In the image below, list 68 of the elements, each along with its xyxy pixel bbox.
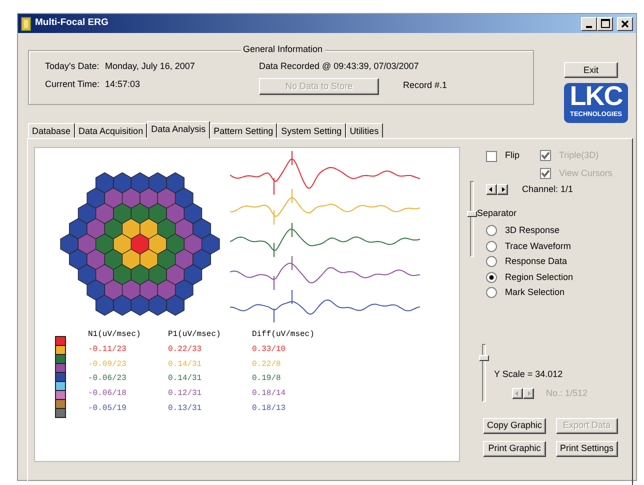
table-cell-text: 0.18/13 [252, 403, 287, 416]
table-cell-text: 0.22/33 [168, 344, 203, 356]
slider-thumb[interactable] [479, 354, 489, 361]
table-cell-text: 0.33/10 [252, 344, 287, 356]
close-button[interactable] [617, 16, 633, 30]
table-cell-text: -0.06/23 [88, 373, 128, 386]
tab[interactable]: Data Analysis [147, 121, 210, 139]
radio-label: Region Selection [505, 270, 574, 284]
y-scale-label: Y Scale = 34.012 [494, 368, 564, 380]
action-button[interactable]: Print Graphic [483, 440, 546, 456]
column-header: Diff(uV/msec) [252, 329, 316, 341]
view-cursors-label: View Cursors [559, 166, 612, 180]
table-cell-text: 0.13/31 [168, 403, 203, 416]
table-cell-text: -0.11/23 [88, 344, 128, 356]
checkbox[interactable] [486, 150, 497, 162]
action-button[interactable]: Copy Graphic [483, 418, 546, 434]
previous-channel-button[interactable] [486, 184, 497, 196]
radio-label: Trace Waveform [505, 240, 571, 252]
radio-button[interactable] [486, 240, 497, 252]
number-label: No.: 1/512 [546, 387, 588, 400]
maximize-icon [600, 19, 610, 28]
table-cell-text: 0.18/14 [252, 388, 287, 400]
radio-button[interactable] [486, 256, 497, 268]
column-header: P1(uV/msec) [168, 329, 222, 341]
maximize-button[interactable] [597, 16, 613, 30]
flip-label: Flip [505, 149, 520, 162]
table-cell-text: -0.05/19 [88, 403, 128, 416]
separator-slider[interactable] [470, 181, 474, 257]
separator-label: Separator [477, 206, 518, 220]
table-cell-text: 0.19/8 [252, 373, 282, 386]
tab[interactable]: Data Acquisition [74, 123, 148, 138]
table-cell-text: 0.14/31 [168, 373, 203, 386]
data-recorded-text: Data Recorded @ 09:43:39, 07/03/2007 [259, 60, 420, 73]
minimize-icon [586, 26, 592, 28]
tab[interactable]: Database [28, 123, 75, 138]
tab[interactable]: System Setting [277, 123, 346, 138]
close-icon [621, 20, 629, 28]
window-title: Multi-Focal ERG [35, 16, 108, 30]
time-value: 14:57:03 [105, 78, 140, 90]
previous-button[interactable] [512, 388, 523, 400]
date-value: Monday, July 16, 2007 [105, 60, 195, 73]
radio-button[interactable] [486, 225, 497, 236]
action-button[interactable]: Print Settings [556, 440, 618, 456]
slider-thumb[interactable] [467, 211, 477, 218]
tab[interactable]: Utilities [346, 123, 383, 138]
table-cell-text: 0.22/8 [252, 358, 282, 371]
exit-button[interactable]: Exit [564, 62, 618, 78]
triple-3d-label: Triple(3D) [559, 149, 599, 162]
app-icon [21, 16, 31, 30]
channel-label: Channel: 1/1 [522, 183, 574, 196]
y-scale-slider[interactable] [482, 344, 486, 402]
minimize-button[interactable] [581, 16, 597, 30]
table-cell-text: -0.06/18 [88, 388, 128, 400]
table-cell-text: 0.14/31 [168, 358, 203, 371]
radio-button[interactable] [486, 287, 497, 298]
column-header: N1(uV/msec) [88, 329, 142, 341]
table-cell-text: 0.12/31 [168, 388, 203, 400]
radio-button[interactable] [486, 272, 497, 283]
radio-label: Response Data [505, 255, 568, 268]
tab[interactable]: Pattern Setting [210, 123, 278, 138]
table-cell-text: -0.09/23 [88, 358, 128, 371]
radio-label: Mark Selection [505, 286, 565, 299]
time-label: Current Time: [45, 78, 101, 90]
date-label: Today's Date: [45, 60, 100, 73]
radio-label: 3D Response [505, 224, 560, 237]
record-number: Record #.1 [403, 79, 448, 92]
next-button[interactable] [523, 388, 534, 400]
next-channel-button[interactable] [497, 184, 508, 196]
